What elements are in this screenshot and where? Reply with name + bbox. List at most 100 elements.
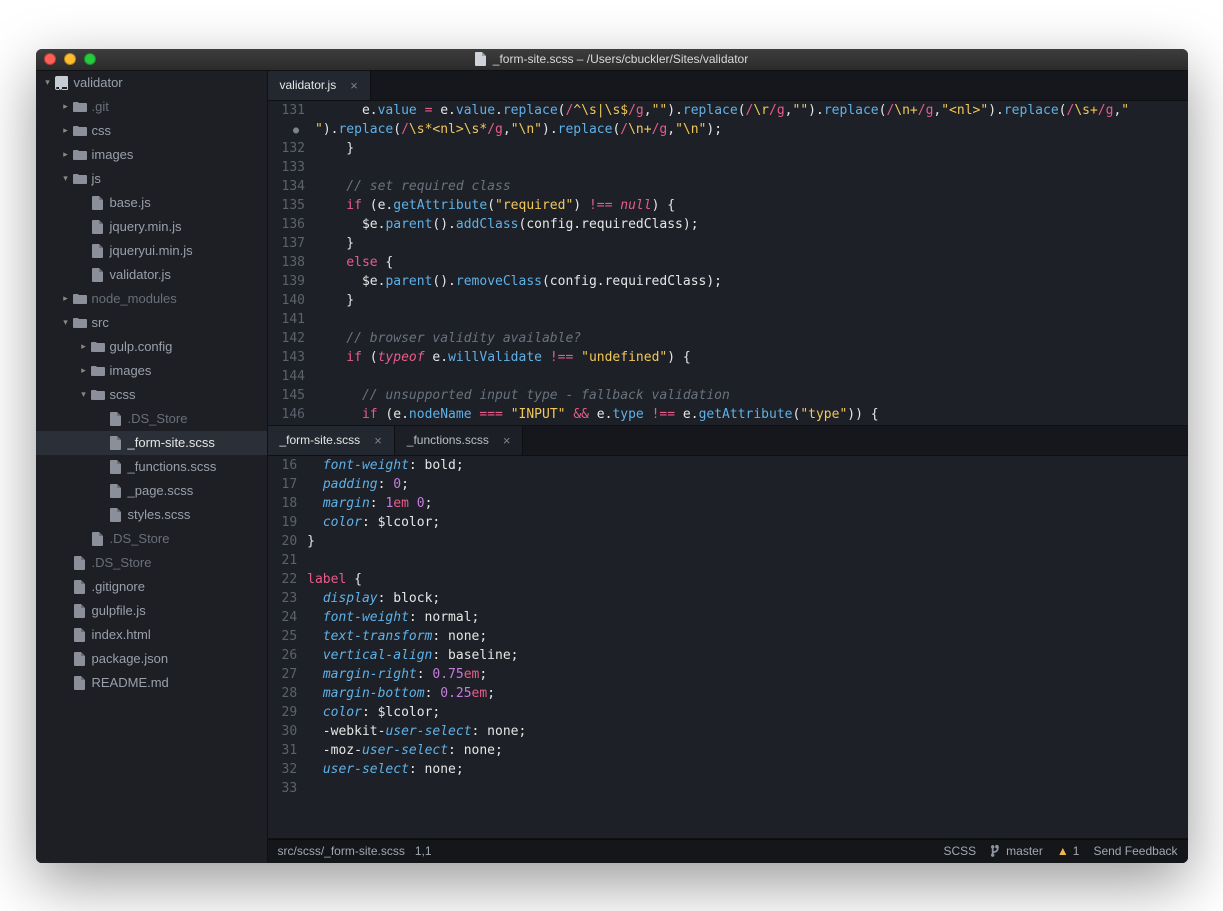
file--gitignore[interactable]: .gitignore (36, 575, 267, 599)
folder-gulp-config[interactable]: ▸gulp.config (36, 335, 267, 359)
file-base-js[interactable]: base.js (36, 191, 267, 215)
file-jquery-min-js[interactable]: jquery.min.js (36, 215, 267, 239)
folder-js[interactable]: ▾js (36, 167, 267, 191)
folder-scss[interactable]: ▾scss (36, 383, 267, 407)
project-root[interactable]: ▾validator (36, 71, 267, 95)
code-line[interactable] (315, 310, 1188, 329)
code-line[interactable]: else { (315, 253, 1188, 272)
status-warnings[interactable]: ▲ 1 (1057, 844, 1080, 858)
file-jqueryui-min-js[interactable]: jqueryui.min.js (36, 239, 267, 263)
tab--form-site-scss[interactable]: _form-site.scss× (268, 426, 395, 455)
file--page-scss[interactable]: _page.scss (36, 479, 267, 503)
line-number: 147 (282, 424, 305, 425)
close-icon[interactable]: × (350, 78, 358, 93)
code-line[interactable]: e.setCustomValidity(!e.disabled && this.… (315, 424, 1188, 425)
file-validator-js[interactable]: validator.js (36, 263, 267, 287)
tree-label: .gitignore (92, 579, 145, 594)
close-icon[interactable]: × (503, 433, 511, 448)
code-line[interactable]: } (315, 234, 1188, 253)
code-line[interactable]: padding: 0; (307, 475, 1187, 494)
titlebar-title: _form-site.scss – /Users/cbuckler/Sites/… (36, 52, 1188, 66)
folder-src[interactable]: ▾src (36, 311, 267, 335)
titlebar[interactable]: _form-site.scss – /Users/cbuckler/Sites/… (36, 49, 1188, 71)
sidebar[interactable]: ▾validator▸.git▸css▸images▾jsbase.jsjque… (36, 71, 268, 863)
file-icon (108, 460, 124, 474)
file-icon (72, 676, 88, 690)
file-index-html[interactable]: index.html (36, 623, 267, 647)
code-line[interactable]: display: block; (307, 589, 1187, 608)
code-line[interactable] (307, 551, 1187, 570)
code-line[interactable]: user-select: none; (307, 760, 1187, 779)
line-number: 30 (282, 722, 298, 741)
folder--git[interactable]: ▸.git (36, 95, 267, 119)
code-line[interactable]: } (307, 532, 1187, 551)
file-icon (72, 652, 88, 666)
code-line[interactable]: margin: 1em 0; (307, 494, 1187, 513)
file-readme-md[interactable]: README.md (36, 671, 267, 695)
folder-css[interactable]: ▸css (36, 119, 267, 143)
line-number: 138 (282, 253, 305, 272)
tab-validator-js[interactable]: validator.js× (268, 71, 371, 100)
status-language[interactable]: SCSS (943, 844, 976, 858)
code-line[interactable]: if (e.getAttribute("required") !== null)… (315, 196, 1188, 215)
code-line[interactable]: color: $lcolor; (307, 513, 1187, 532)
code-line[interactable]: // unsupported input type - fallback val… (315, 386, 1188, 405)
line-number: 145 (282, 386, 305, 405)
code-line[interactable]: text-transform: none; (307, 627, 1187, 646)
tab--functions-scss[interactable]: _functions.scss× (395, 426, 524, 455)
code-line[interactable]: e.value = e.value.replace(/^\s|\s$/g,"")… (315, 101, 1188, 120)
code-top[interactable]: e.value = e.value.replace(/^\s|\s$/g,"")… (315, 101, 1188, 425)
workspace: ▾validator▸.git▸css▸images▾jsbase.jsjque… (36, 71, 1188, 863)
code-line[interactable] (315, 367, 1188, 386)
code-line[interactable]: vertical-align: baseline; (307, 646, 1187, 665)
code-line[interactable]: margin-bottom: 0.25em; (307, 684, 1187, 703)
file--functions-scss[interactable]: _functions.scss (36, 455, 267, 479)
status-git-branch[interactable]: master (990, 844, 1043, 858)
tree-label: validator.js (110, 267, 171, 282)
folder-node-modules[interactable]: ▸node_modules (36, 287, 267, 311)
zoom-window-button[interactable] (84, 53, 96, 65)
code-line[interactable]: font-weight: normal; (307, 608, 1187, 627)
code-line[interactable]: color: $lcolor; (307, 703, 1187, 722)
code-line[interactable]: -webkit-user-select: none; (307, 722, 1187, 741)
code-line[interactable]: if (e.nodeName === "INPUT" && e.type !==… (315, 405, 1188, 424)
tree-label: src (92, 315, 109, 330)
code-line[interactable] (315, 158, 1188, 177)
line-number (282, 120, 305, 139)
code-line[interactable]: -moz-user-select: none; (307, 741, 1187, 760)
code-line[interactable]: // browser validity available? (315, 329, 1188, 348)
code-line[interactable]: font-weight: bold; (307, 456, 1187, 475)
folder-images[interactable]: ▸images (36, 143, 267, 167)
code-line[interactable]: } (315, 139, 1188, 158)
line-number: 25 (282, 627, 298, 646)
code-line[interactable]: } (315, 291, 1188, 310)
code-line[interactable]: if (typeof e.willValidate !== "undefined… (315, 348, 1188, 367)
file-package-json[interactable]: package.json (36, 647, 267, 671)
close-icon[interactable]: × (374, 433, 382, 448)
code-bottom[interactable]: font-weight: bold; padding: 0; margin: 1… (307, 456, 1187, 838)
code-line[interactable]: margin-right: 0.75em; (307, 665, 1187, 684)
code-line[interactable]: $e.parent().removeClass(config.requiredC… (315, 272, 1188, 291)
folder-images[interactable]: ▸images (36, 359, 267, 383)
code-line[interactable]: ").replace(/\s*<nl>\s*/g,"\n").replace(/… (315, 120, 1188, 139)
file--ds-store[interactable]: .DS_Store (36, 407, 267, 431)
close-window-button[interactable] (44, 53, 56, 65)
file--ds-store[interactable]: .DS_Store (36, 527, 267, 551)
send-feedback-link[interactable]: Send Feedback (1093, 844, 1177, 858)
code-line[interactable]: label { (307, 570, 1187, 589)
code-area-bottom[interactable]: 161718192021222324252627282930313233 fon… (268, 456, 1188, 838)
minimize-window-button[interactable] (64, 53, 76, 65)
folder-icon (72, 125, 88, 137)
folder-icon (90, 389, 106, 401)
editor-window: _form-site.scss – /Users/cbuckler/Sites/… (36, 49, 1188, 863)
code-line[interactable]: $e.parent().addClass(config.requiredClas… (315, 215, 1188, 234)
file-gulpfile-js[interactable]: gulpfile.js (36, 599, 267, 623)
code-line[interactable] (307, 779, 1187, 798)
file-icon (108, 508, 124, 522)
file-styles-scss[interactable]: styles.scss (36, 503, 267, 527)
code-area-top[interactable]: 1311321331341351361371381391401411421431… (268, 101, 1188, 425)
file--form-site-scss[interactable]: _form-site.scss (36, 431, 267, 455)
line-number: 144 (282, 367, 305, 386)
file--ds-store[interactable]: .DS_Store (36, 551, 267, 575)
code-line[interactable]: // set required class (315, 177, 1188, 196)
